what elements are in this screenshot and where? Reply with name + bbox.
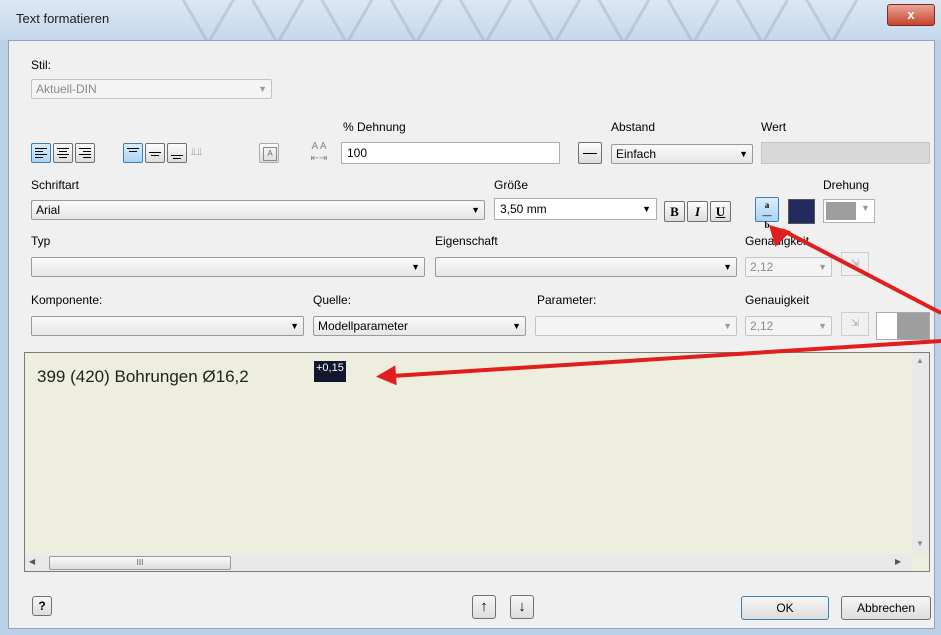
- text-editor[interactable]: 399 (420) Bohrungen Ø16,2 +0,15 ▲ ▼ ◀ II…: [24, 352, 930, 572]
- move-down-button[interactable]: ↓: [510, 595, 534, 619]
- component-select[interactable]: ▼: [31, 316, 304, 336]
- chevron-down-icon: ▼: [861, 203, 870, 213]
- chevron-down-icon: ▼: [723, 262, 732, 272]
- precision-label-2: Genauigkeit: [745, 293, 810, 307]
- annotation-arrowhead: [375, 365, 397, 387]
- stretch-input[interactable]: 100: [341, 142, 560, 164]
- precision-value-1: 2,12: [750, 260, 774, 274]
- chevron-down-icon: ▼: [290, 321, 299, 331]
- baseline-icon[interactable]: ⫫⫫: [191, 143, 213, 163]
- stretch-label: % Dehnung: [343, 120, 406, 134]
- move-up-button[interactable]: ↑: [472, 595, 496, 619]
- scroll-right-icon[interactable]: ▶: [895, 557, 901, 566]
- size-label: Größe: [494, 178, 529, 192]
- insert-parameter-icon[interactable]: ⇲: [841, 312, 869, 336]
- source-label: Quelle:: [313, 293, 352, 307]
- chevron-down-icon: ▼: [723, 321, 732, 331]
- align-left-button[interactable]: [31, 143, 51, 163]
- chevron-down-icon: ▼: [411, 262, 420, 272]
- font-value: Arial: [36, 203, 61, 217]
- cancel-button[interactable]: Abbrechen: [841, 596, 931, 620]
- rotation-swatch: [826, 202, 856, 220]
- stretch-icon: A A ⇤⇥: [310, 141, 328, 164]
- scroll-thumb[interactable]: III: [49, 556, 231, 570]
- rotation-select[interactable]: ▼: [823, 199, 875, 223]
- text-color-swatch[interactable]: [788, 199, 815, 224]
- spacing-select[interactable]: Einfach ▼: [611, 144, 753, 164]
- source-select[interactable]: Modellparameter ▼: [313, 316, 526, 336]
- tolerance-stack: +0,15: [314, 361, 346, 382]
- precision-select-1[interactable]: 2,12 ▼: [745, 257, 832, 277]
- chevron-down-icon: ▼: [818, 262, 827, 272]
- type-label: Typ: [31, 234, 51, 248]
- scroll-left-icon[interactable]: ◀: [29, 557, 35, 566]
- component-label: Komponente:: [31, 293, 103, 307]
- line-spacing-icon[interactable]: [578, 142, 602, 164]
- spacing-value: Einfach: [616, 147, 657, 161]
- parameter-select[interactable]: ▼: [535, 316, 737, 336]
- align-center-button[interactable]: [53, 143, 73, 163]
- valign-bottom-button[interactable]: [167, 143, 187, 163]
- color-select[interactable]: [876, 312, 930, 340]
- help-button[interactable]: ?: [32, 596, 52, 616]
- close-button[interactable]: x: [887, 4, 935, 26]
- size-value: 3,50 mm: [500, 202, 547, 216]
- spacing-value-input[interactable]: [761, 142, 930, 164]
- title-bar: Text formatieren x: [0, 0, 941, 40]
- source-value: Modellparameter: [318, 319, 409, 333]
- chevron-down-icon: ▼: [512, 321, 521, 331]
- scroll-down-icon[interactable]: ▼: [916, 539, 924, 548]
- chevron-down-icon: ▼: [642, 204, 651, 214]
- valign-middle-button[interactable]: [145, 143, 165, 163]
- window-title: Text formatieren: [16, 11, 110, 26]
- precision-value-2: 2,12: [750, 319, 774, 333]
- size-select[interactable]: 3,50 mm ▼: [494, 198, 657, 220]
- text-frame-button[interactable]: A: [259, 143, 279, 163]
- horizontal-scrollbar[interactable]: ◀ III ▶: [25, 554, 912, 571]
- chevron-down-icon: ▼: [739, 149, 748, 159]
- underline-button[interactable]: U: [710, 201, 731, 222]
- spacing-label: Abstand: [611, 120, 656, 134]
- valign-top-button[interactable]: [123, 143, 143, 163]
- font-label: Schriftart: [31, 178, 80, 192]
- italic-button[interactable]: I: [687, 201, 708, 222]
- spacing-value-label: Wert: [761, 120, 787, 134]
- precision-select-2[interactable]: 2,12 ▼: [745, 316, 832, 336]
- title-bar-pattern: [170, 0, 870, 40]
- chevron-down-icon: ▼: [818, 321, 827, 331]
- property-select[interactable]: ▼: [435, 257, 737, 277]
- style-select[interactable]: Aktuell-DIN ▼: [31, 79, 272, 99]
- scroll-up-icon[interactable]: ▲: [916, 356, 924, 365]
- style-label: Stil:: [31, 58, 52, 72]
- align-right-button[interactable]: [75, 143, 95, 163]
- font-select[interactable]: Arial ▼: [31, 200, 485, 220]
- ok-button[interactable]: OK: [741, 596, 829, 620]
- style-value: Aktuell-DIN: [36, 82, 97, 96]
- bold-button[interactable]: B: [664, 201, 685, 222]
- chevron-down-icon: ▼: [258, 84, 267, 94]
- editor-text: 399 (420) Bohrungen Ø16,2: [37, 367, 249, 386]
- rotation-label: Drehung: [823, 178, 870, 192]
- chevron-down-icon: ▼: [471, 205, 480, 215]
- vertical-scrollbar[interactable]: ▲ ▼: [912, 353, 929, 554]
- type-select[interactable]: ▼: [31, 257, 425, 277]
- parameter-label: Parameter:: [537, 293, 597, 307]
- property-label: Eigenschaft: [435, 234, 498, 248]
